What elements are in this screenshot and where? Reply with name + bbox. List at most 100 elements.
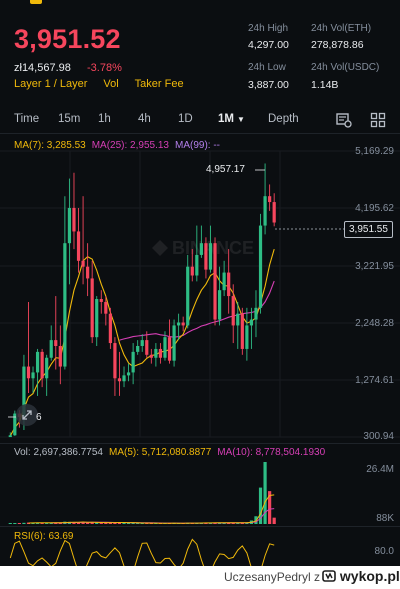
rsi-line-path <box>9 538 275 566</box>
candle-body <box>172 325 176 361</box>
price-axis-label-5: 300.94 <box>363 431 394 442</box>
candle-body <box>181 322 185 326</box>
stat-24h-vol-usdc-label: 24h Vol(USDC) <box>311 62 380 73</box>
candle-body <box>31 372 35 379</box>
candle-body <box>140 340 144 346</box>
candle-body <box>26 366 31 379</box>
candle-body <box>236 313 240 326</box>
candle-body <box>272 202 276 223</box>
volume-legend: Vol: 2,697,386.7754 MA(5): 5,712,080.887… <box>14 447 325 458</box>
candle-body <box>72 207 76 232</box>
candle-body <box>204 243 208 270</box>
candle-body <box>49 340 53 358</box>
price-axis-label-4: 1,274.61 <box>355 375 394 386</box>
candle-body <box>45 357 49 379</box>
candle-body <box>63 243 67 367</box>
watermark-user: UczesanyPedryl z <box>224 570 320 584</box>
candle-body <box>81 260 85 267</box>
chart-watermark: BINANCE <box>152 238 254 258</box>
candlestick-chart[interactable]: BINANCE <box>0 150 400 566</box>
interval-tabs: Time 15m 1h 4h 1D 1M ▼ Depth <box>0 110 400 132</box>
current-price-tag[interactable]: 3,951.55 <box>344 221 393 238</box>
tab-4h[interactable]: 4h <box>138 113 151 125</box>
low-marker-label: 6 <box>36 412 42 423</box>
volume-bar <box>13 523 17 524</box>
chevron-down-icon: ▼ <box>236 115 245 124</box>
volume-ma10-line <box>51 508 275 524</box>
candle-body <box>104 301 108 314</box>
candle-body <box>35 351 40 373</box>
candle-body <box>263 196 267 226</box>
volume-bar <box>8 523 12 524</box>
candle-body <box>145 340 149 355</box>
volume-bars <box>8 462 276 524</box>
accent-indicator <box>30 0 42 4</box>
candle-body <box>86 266 90 279</box>
tag-layer[interactable]: Layer 1 / Layer <box>14 78 87 90</box>
volume-bar <box>22 522 26 524</box>
candle-body <box>258 225 263 308</box>
watermark-username: UczesanyPedryl <box>224 570 311 584</box>
candle-body <box>190 266 194 276</box>
divider <box>0 443 400 444</box>
volume-bar <box>272 517 276 524</box>
tab-time[interactable]: Time <box>14 113 39 125</box>
watermark-site: wykop.pl <box>339 568 400 584</box>
stat-24h-high-label: 24h High <box>248 23 289 34</box>
candle-body <box>58 345 62 367</box>
volume-bar <box>263 462 267 524</box>
candle-body <box>186 266 190 326</box>
tab-1m[interactable]: 1M ▼ <box>218 113 245 125</box>
candle-body <box>40 351 44 379</box>
svg-text:BINANCE: BINANCE <box>172 238 254 258</box>
expand-icon[interactable] <box>16 404 38 426</box>
last-price: 3,951.52 <box>14 24 121 54</box>
candle-body <box>163 337 167 358</box>
tag-vol[interactable]: Vol <box>103 78 118 90</box>
stat-24h-high-value: 4,297.00 <box>248 39 289 51</box>
indicator-settings-icon[interactable] <box>335 112 353 133</box>
candle-body <box>136 345 140 352</box>
top-status-bar <box>0 0 400 8</box>
tag-row: Layer 1 / Layer Vol Taker Fee <box>14 78 184 90</box>
stat-24h-vol-usdc-value: 1.14B <box>311 79 339 91</box>
candle-body <box>131 351 135 373</box>
tag-taker-fee[interactable]: Taker Fee <box>135 78 184 90</box>
volume-axis-min: 88K <box>376 513 394 524</box>
tab-1h[interactable]: 1h <box>98 113 111 125</box>
price-change-percent: -3.78% <box>87 62 122 74</box>
rsi-axis-label: 80.0 <box>374 546 394 557</box>
layout-grid-icon[interactable] <box>370 112 386 133</box>
divider <box>0 133 400 134</box>
volume-bar <box>17 523 21 524</box>
stat-24h-low-value: 3,887.00 <box>248 79 289 91</box>
candle-body <box>99 299 103 302</box>
tab-15m[interactable]: 15m <box>58 113 80 125</box>
volume-bar <box>126 523 131 524</box>
candle-body <box>76 231 81 261</box>
watermark-separator: z <box>314 570 321 584</box>
candle-body <box>249 319 254 326</box>
candle-body <box>222 272 226 291</box>
candle-body <box>254 307 258 320</box>
volume-ma-lines <box>28 494 275 524</box>
price-axis-label-0: 5,169.29 <box>355 146 394 157</box>
candle-body <box>154 348 158 358</box>
fiat-price: zł14,567.98 <box>14 62 71 74</box>
volume-ma5-line <box>28 494 275 524</box>
volume-ma5: MA(5): 5,712,080.8877 <box>108 447 212 458</box>
candle-body <box>149 354 153 358</box>
tab-depth[interactable]: Depth <box>268 113 299 125</box>
divider <box>0 526 400 527</box>
price-axis-label-3: 2,248.28 <box>355 318 394 329</box>
tab-1d[interactable]: 1D <box>178 113 193 125</box>
tab-1m-label: 1M <box>218 113 234 125</box>
candle-body <box>213 243 217 320</box>
rsi-line <box>9 538 275 566</box>
candle-body <box>95 299 99 338</box>
price-axis-label-1: 4,195.62 <box>355 203 394 214</box>
wykop-logo-icon <box>322 570 336 582</box>
candle-body <box>231 296 235 326</box>
candle-body <box>108 313 112 344</box>
volume-ma10: MA(10): 8,778,504.1930 <box>217 447 326 458</box>
